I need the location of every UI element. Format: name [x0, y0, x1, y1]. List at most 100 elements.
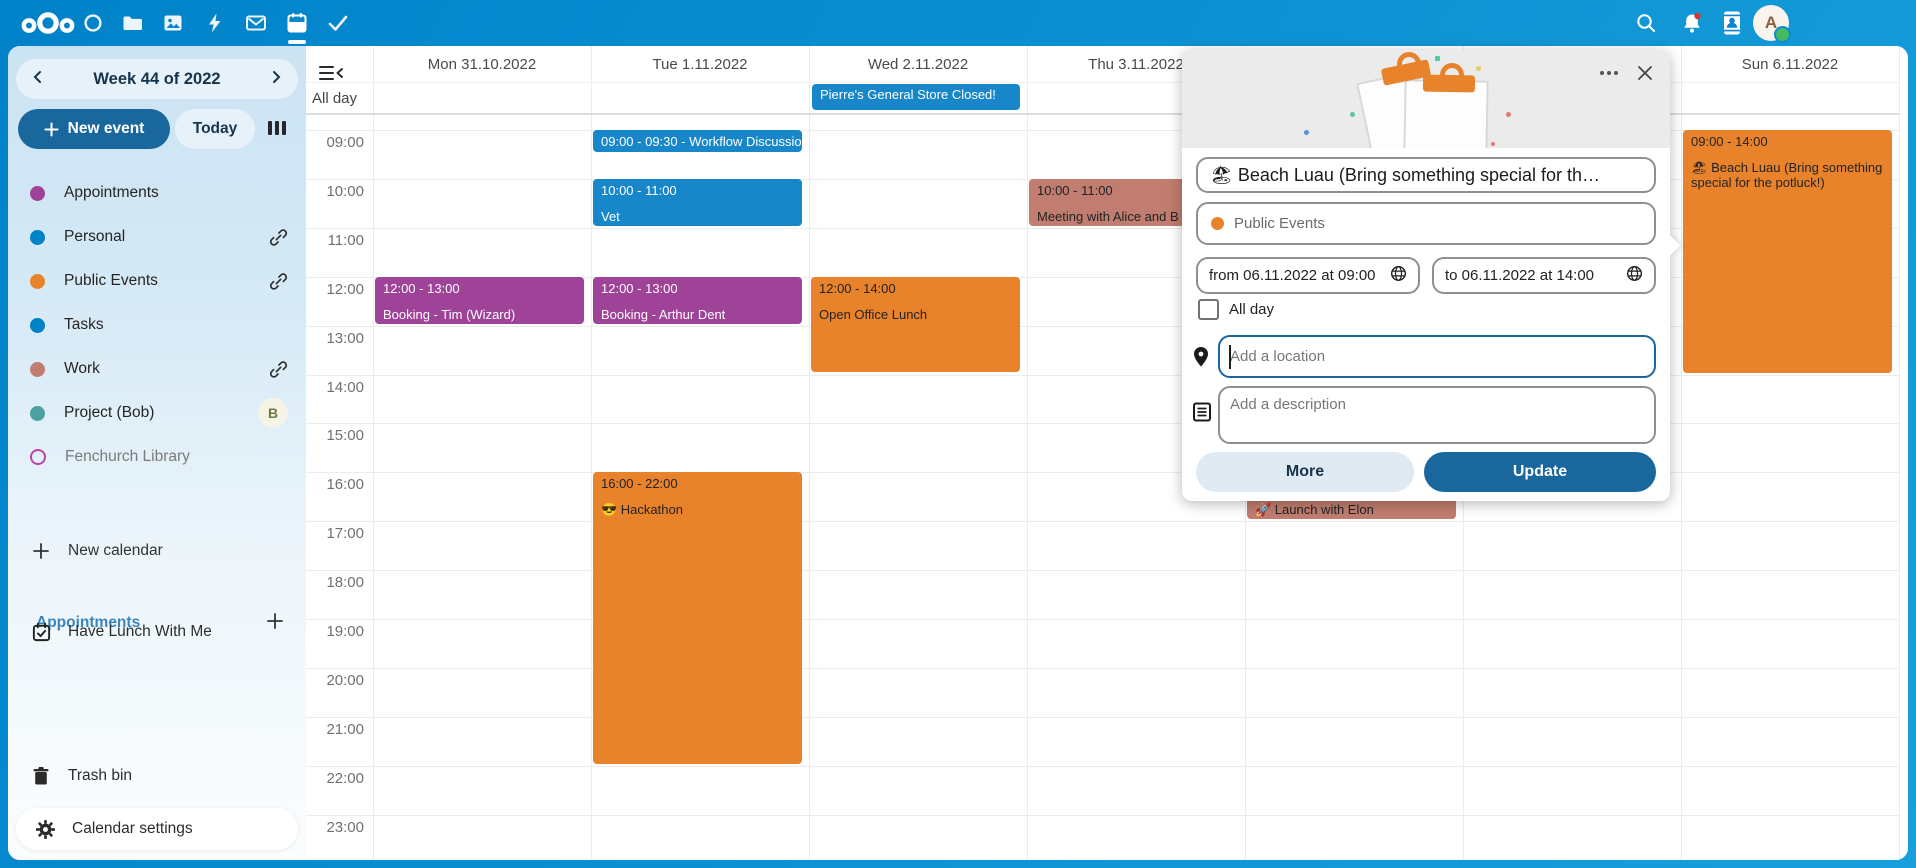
bell-icon[interactable]	[1676, 8, 1708, 38]
event-editor-popup: 🏖 Beach Luau (Bring something special fo…	[1182, 50, 1670, 501]
event-title-value: 🏖 Beach Luau (Bring something special fo…	[1210, 165, 1600, 186]
nextcloud-logo[interactable]	[16, 4, 80, 42]
event-09-00-09-30-workflow-discussion[interactable]: 09:00 - 09:30 - Workflow Discussion	[593, 130, 802, 152]
sidebar-calendar-appointments[interactable]: Appointments	[16, 173, 298, 213]
calendar-color-dot	[30, 186, 45, 201]
day-header-1[interactable]: Tue 1.11.2022	[591, 46, 809, 82]
dashboard-icon[interactable]	[78, 8, 108, 38]
sidebar-calendar-fenchurch-library[interactable]: Fenchurch Library	[16, 437, 298, 477]
time-label: 18:00	[306, 574, 364, 591]
files-icon[interactable]	[117, 8, 147, 38]
gear-icon	[34, 819, 56, 840]
shared-avatar[interactable]: B	[258, 398, 288, 428]
calendar-label: Appointments	[64, 184, 159, 202]
location-input[interactable]	[1220, 348, 1654, 365]
time-label: 10:00	[306, 183, 364, 200]
shared-link-icon[interactable]	[269, 360, 288, 379]
all-day-checkbox[interactable]: All day	[1198, 299, 1274, 320]
column-divider	[1899, 46, 1900, 860]
previous-week-icon[interactable]	[30, 69, 46, 90]
location-field[interactable]	[1218, 335, 1656, 378]
calendar-color-dot	[30, 449, 46, 465]
update-button[interactable]: Update	[1424, 452, 1656, 492]
close-icon[interactable]	[1632, 60, 1658, 86]
end-datetime-value: to 06.11.2022 at 14:00	[1445, 267, 1594, 284]
activity-icon[interactable]	[200, 8, 230, 38]
hour-line	[306, 521, 1899, 522]
calendar-label: Work	[64, 360, 100, 378]
avatar[interactable]: A	[1753, 5, 1789, 41]
event-beach-luau-bring-something-special-for-t[interactable]: 09:00 - 14:00🏖 Beach Luau (Bring somethi…	[1683, 130, 1892, 373]
appointment-label: Have Lunch With Me	[68, 623, 212, 641]
new-calendar-button[interactable]: New calendar	[16, 531, 298, 571]
calendar-color-dot	[30, 274, 45, 289]
calendar-label: Project (Bob)	[64, 404, 154, 422]
hour-line	[306, 815, 1899, 816]
sidebar-calendar-project-bob-[interactable]: Project (Bob) B	[16, 393, 298, 433]
shared-link-icon[interactable]	[269, 228, 288, 247]
week-view-columns-icon[interactable]	[266, 118, 288, 143]
time-label: 09:00	[306, 134, 364, 151]
sidebar-calendar-work[interactable]: Work	[16, 349, 298, 389]
week-switcher: Week 44 of 2022	[16, 59, 298, 99]
photos-icon[interactable]	[158, 8, 188, 38]
day-header-0[interactable]: Mon 31.10.2022	[373, 46, 591, 82]
calendar-label: Public Events	[64, 272, 158, 290]
more-button[interactable]: More	[1196, 452, 1414, 492]
calendar-picker[interactable]: Public Events	[1196, 202, 1656, 245]
description-field[interactable]	[1218, 386, 1656, 444]
hour-line	[306, 766, 1899, 767]
hour-line	[306, 570, 1899, 571]
day-header-6[interactable]: Sun 6.11.2022	[1681, 46, 1899, 82]
trash-bin-button[interactable]: Trash bin	[16, 756, 298, 796]
week-label[interactable]: Week 44 of 2022	[93, 70, 220, 89]
shared-avatar-badge: B	[258, 398, 288, 428]
more-options-icon[interactable]	[1596, 60, 1622, 86]
location-pin-icon	[1192, 346, 1210, 373]
appointment-item[interactable]: Have Lunch With Me	[16, 612, 298, 652]
sidebar-calendar-personal[interactable]: Personal	[16, 217, 298, 257]
search-icon[interactable]	[1630, 8, 1662, 38]
start-datetime-input[interactable]: from 06.11.2022 at 09:00	[1196, 257, 1420, 294]
checkbox-unchecked[interactable]	[1198, 299, 1219, 320]
calendar-icon[interactable]	[282, 8, 312, 38]
calendar-color-dot	[30, 230, 45, 245]
text-caret	[1229, 345, 1231, 369]
trash-icon	[30, 766, 52, 786]
event-booking-tim-wizard[interactable]: 12:00 - 13:00Booking - Tim (Wizard)	[375, 277, 584, 324]
event-title-input[interactable]: 🏖 Beach Luau (Bring something special fo…	[1196, 157, 1656, 193]
timezone-globe-icon[interactable]	[1626, 265, 1643, 286]
description-icon	[1192, 402, 1212, 427]
event-booking-arthur-dent[interactable]: 12:00 - 13:00Booking - Arthur Dent	[593, 277, 802, 324]
time-label: 15:00	[306, 427, 364, 444]
event-vet[interactable]: 10:00 - 11:00Vet	[593, 179, 802, 226]
hour-line	[306, 619, 1899, 620]
plus-icon	[30, 542, 52, 560]
end-datetime-input[interactable]: to 06.11.2022 at 14:00	[1432, 257, 1656, 294]
mail-icon[interactable]	[241, 8, 271, 38]
shared-link-icon[interactable]	[269, 272, 288, 291]
time-label: 23:00	[306, 819, 364, 836]
next-week-icon[interactable]	[268, 69, 284, 90]
description-input[interactable]	[1220, 388, 1654, 436]
time-label: 13:00	[306, 330, 364, 347]
event-pierre-s-general-store-closed[interactable]: Pierre's General Store Closed!	[812, 84, 1020, 110]
contacts-icon[interactable]	[1716, 8, 1748, 38]
event-hackathon[interactable]: 16:00 - 22:00😎 Hackathon	[593, 472, 802, 763]
all-day-checkbox-label: All day	[1229, 301, 1274, 318]
event-open-office-lunch[interactable]: 12:00 - 14:00Open Office Lunch	[811, 277, 1020, 373]
day-header-2[interactable]: Wed 2.11.2022	[809, 46, 1027, 82]
new-event-button[interactable]: New event	[18, 109, 170, 149]
time-label: 21:00	[306, 721, 364, 738]
today-button[interactable]: Today	[175, 109, 255, 149]
time-label: 14:00	[306, 379, 364, 396]
time-label: 20:00	[306, 672, 364, 689]
sidebar-calendar-public-events[interactable]: Public Events	[16, 261, 298, 301]
calendar-label: Personal	[64, 228, 125, 246]
timezone-globe-icon[interactable]	[1390, 265, 1407, 286]
calendar-settings-button[interactable]: Calendar settings	[16, 808, 298, 850]
tasks-icon[interactable]	[323, 8, 353, 38]
time-label: 22:00	[306, 770, 364, 787]
calendar-color-dot	[30, 318, 45, 333]
sidebar-calendar-tasks[interactable]: Tasks	[16, 305, 298, 345]
